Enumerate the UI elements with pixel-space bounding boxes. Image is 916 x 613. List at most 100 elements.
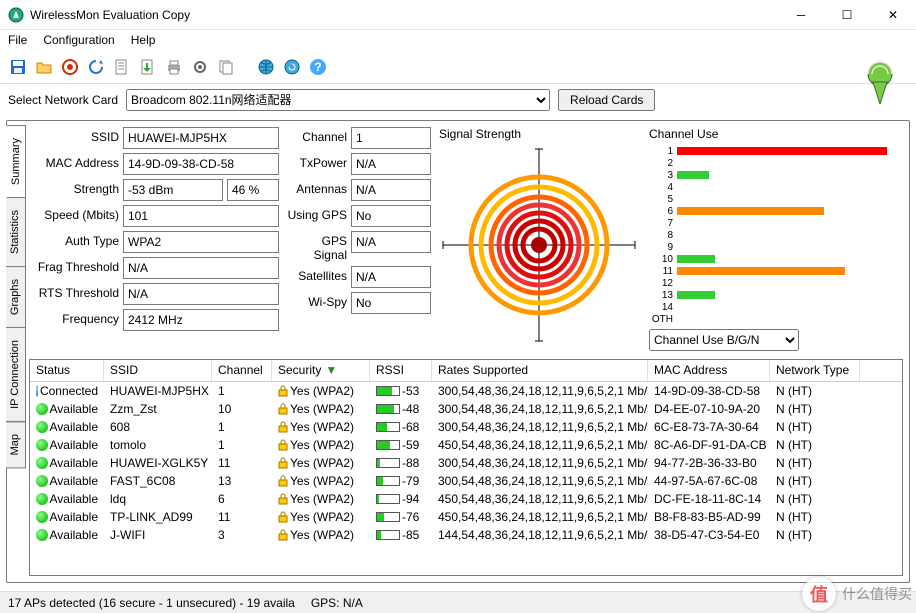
menu-file[interactable]: File	[8, 33, 27, 47]
cell-mac: 38-D5-47-C3-54-E0	[648, 528, 770, 542]
menu-help[interactable]: Help	[131, 33, 156, 47]
app-logo-large	[858, 60, 902, 104]
channel-bar-row: 7	[649, 217, 903, 229]
channel-bar-row: 6	[649, 205, 903, 217]
status-text: Available	[50, 420, 98, 434]
col-rates[interactable]: Rates Supported	[432, 360, 648, 381]
cell-rates: 300,54,48,36,24,18,12,11,9,6,5,2,1 Mb/s	[432, 402, 648, 416]
channel-bar-row: 9	[649, 241, 903, 253]
col-nettype[interactable]: Network Type	[770, 360, 860, 381]
tab-summary[interactable]: Summary	[6, 125, 26, 198]
rts-value: N/A	[123, 283, 279, 305]
maximize-button[interactable]: ☐	[824, 0, 870, 30]
col-status[interactable]: Status	[30, 360, 104, 381]
settings-icon[interactable]	[188, 55, 212, 79]
menu-configuration[interactable]: Configuration	[43, 33, 114, 47]
main-panel: Summary Statistics Graphs IP Connection …	[6, 120, 910, 583]
help-icon[interactable]: ?	[306, 55, 330, 79]
export-icon[interactable]	[136, 55, 160, 79]
lock-icon	[278, 385, 288, 397]
table-row[interactable]: AvailableZzm_Zst10Yes (WPA2)-48300,54,48…	[30, 400, 902, 418]
cell-rssi: -68	[402, 420, 419, 434]
lock-icon	[278, 475, 288, 487]
table-row[interactable]: AvailableFAST_6C0813Yes (WPA2)-79300,54,…	[30, 472, 902, 490]
status-text: Available	[50, 510, 98, 524]
tab-ip-connection[interactable]: IP Connection	[6, 327, 26, 422]
close-button[interactable]: ✕	[870, 0, 916, 30]
globe-icon[interactable]	[254, 55, 278, 79]
col-rssi[interactable]: RSSI	[370, 360, 432, 381]
cell-rates: 450,54,48,36,24,18,12,11,9,6,5,2,1 Mb/s	[432, 510, 648, 524]
col-mac[interactable]: MAC Address	[648, 360, 770, 381]
target-icon[interactable]	[58, 55, 82, 79]
app-icon	[8, 7, 24, 23]
col-ssid[interactable]: SSID	[104, 360, 212, 381]
grid-body[interactable]: ConnectedHUAWEI-MJP5HX1Yes (WPA2)-53300,…	[30, 382, 902, 575]
lock-icon	[278, 457, 288, 469]
netcard-select[interactable]: Broadcom 802.11n网络适配器	[126, 89, 550, 111]
channel-bar-row: 14	[649, 301, 903, 313]
cell-rates: 450,54,48,36,24,18,12,11,9,6,5,2,1 Mb/s	[432, 492, 648, 506]
speed-value: 101	[123, 205, 279, 227]
cell-channel: 6	[212, 492, 272, 506]
table-row[interactable]: AvailableJ-WIFI3Yes (WPA2)-85144,54,48,3…	[30, 526, 902, 544]
col-channel[interactable]: Channel	[212, 360, 272, 381]
print-icon[interactable]	[162, 55, 186, 79]
globe-refresh-icon[interactable]	[280, 55, 304, 79]
channel-use-box: Channel Use 1234567891011121314OTH Chann…	[649, 127, 903, 352]
table-row[interactable]: ConnectedHUAWEI-MJP5HX1Yes (WPA2)-53300,…	[30, 382, 902, 400]
table-row[interactable]: AvailableTP-LINK_AD9911Yes (WPA2)-76450,…	[30, 508, 902, 526]
channel-label: 6	[649, 206, 677, 217]
toolbar: ?	[0, 50, 916, 84]
table-row[interactable]: Availabletomolo1Yes (WPA2)-59450,54,48,3…	[30, 436, 902, 454]
grid-header: Status SSID Channel Security▼ RSSI Rates…	[30, 360, 902, 382]
cell-mac: D4-EE-07-10-9A-20	[648, 402, 770, 416]
vertical-tabs: Summary Statistics Graphs IP Connection …	[6, 125, 26, 467]
cell-channel: 1	[212, 384, 272, 398]
rts-label: RTS Threshold	[29, 283, 119, 305]
table-row[interactable]: AvailableHUAWEI-XGLK5Y11Yes (WPA2)-88300…	[30, 454, 902, 472]
channel-bar-row: 10	[649, 253, 903, 265]
strength-label: Strength	[29, 179, 119, 201]
cell-channel: 13	[212, 474, 272, 488]
rssi-bar-icon	[376, 512, 400, 522]
cell-nettype: N (HT)	[770, 438, 860, 452]
tab-map[interactable]: Map	[6, 421, 26, 468]
cell-security: Yes (WPA2)	[290, 528, 354, 542]
network-card-row: Select Network Card Broadcom 802.11n网络适配…	[0, 84, 916, 116]
tab-statistics[interactable]: Statistics	[6, 197, 26, 267]
reload-cards-button[interactable]: Reload Cards	[558, 89, 655, 111]
refresh-icon[interactable]	[84, 55, 108, 79]
log-icon[interactable]	[110, 55, 134, 79]
cell-channel: 11	[212, 510, 272, 524]
status-text: Connected	[40, 384, 98, 398]
status-gps: GPS: N/A	[311, 596, 363, 610]
table-row[interactable]: Available6081Yes (WPA2)-68300,54,48,36,2…	[30, 418, 902, 436]
minimize-button[interactable]: ─	[778, 0, 824, 30]
netcard-label: Select Network Card	[8, 93, 118, 107]
mac-label: MAC Address	[29, 153, 119, 175]
cell-nettype: N (HT)	[770, 492, 860, 506]
copy-icon[interactable]	[214, 55, 238, 79]
rssi-bar-icon	[376, 458, 400, 468]
frag-value: N/A	[123, 257, 279, 279]
satellites-value: N/A	[351, 266, 431, 288]
rssi-bar-icon	[376, 530, 400, 540]
save-icon[interactable]	[6, 55, 30, 79]
ap-grid: Status SSID Channel Security▼ RSSI Rates…	[29, 359, 903, 576]
status-dot-icon	[36, 403, 48, 415]
channel-use-select[interactable]: Channel Use B/G/N	[649, 329, 799, 351]
cell-security: Yes (WPA2)	[290, 474, 354, 488]
lock-icon	[278, 439, 288, 451]
channel-bar-row: 3	[649, 169, 903, 181]
tab-graphs[interactable]: Graphs	[6, 266, 26, 328]
cell-rssi: -85	[402, 528, 419, 542]
table-row[interactable]: Availableldq6Yes (WPA2)-94450,54,48,36,2…	[30, 490, 902, 508]
mac-value: 14-9D-09-38-CD-58	[123, 153, 279, 175]
col-security[interactable]: Security▼	[272, 360, 370, 381]
cell-rssi: -88	[402, 456, 419, 470]
channel-bar	[677, 207, 824, 215]
cell-mac: 14-9D-09-38-CD-58	[648, 384, 770, 398]
cell-mac: 6C-E8-73-7A-30-64	[648, 420, 770, 434]
open-icon[interactable]	[32, 55, 56, 79]
